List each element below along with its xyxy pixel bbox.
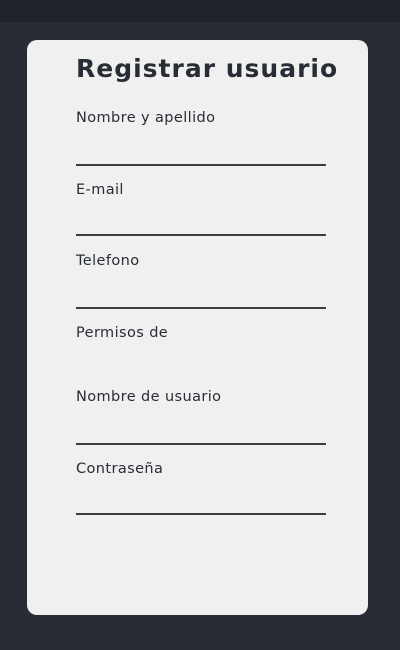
email-label: E-mail	[76, 182, 124, 198]
password-input[interactable]	[76, 491, 326, 515]
full-name-input[interactable]	[76, 142, 326, 166]
register-form-card: Registrar usuario Nombre y apellido E-ma…	[27, 40, 368, 615]
permissions-label: Permisos de	[76, 325, 169, 341]
top-bar	[0, 0, 400, 22]
email-input[interactable]	[76, 212, 326, 236]
phone-label: Telefono	[76, 253, 140, 269]
username-input[interactable]	[76, 421, 326, 445]
phone-input[interactable]	[76, 285, 326, 309]
full-name-label: Nombre y apellido	[76, 110, 216, 126]
password-label: Contraseña	[76, 461, 164, 477]
form-title: Registrar usuario	[76, 54, 339, 83]
username-label: Nombre de usuario	[76, 389, 222, 405]
